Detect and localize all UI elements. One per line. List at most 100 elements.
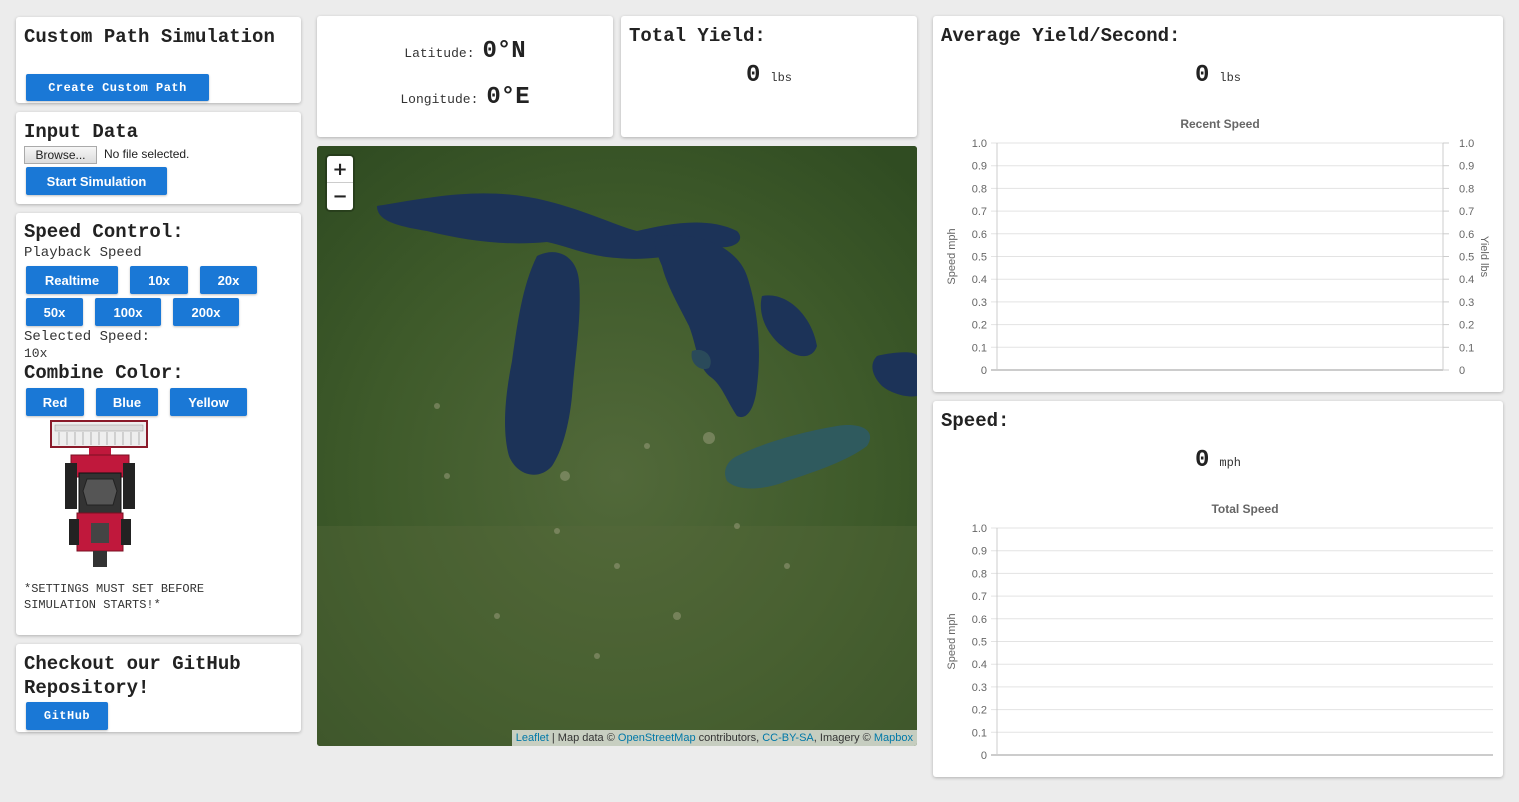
latitude-row: Latitude: 0°N — [317, 38, 613, 65]
zoom-in-button[interactable]: + — [327, 156, 353, 183]
speed-100x-button[interactable]: 100x — [95, 298, 161, 326]
combine-color-title: Combine Color: — [24, 362, 184, 384]
selected-speed-value: 10x — [24, 346, 48, 361]
zoom-control: + − — [327, 156, 353, 210]
speed-card: Speed: 0 mph Total Speed 1.0 0.9 0.8 0.7 0.6 0… — [933, 401, 1503, 777]
custom-path-title: Custom Path Simulation — [24, 26, 275, 48]
y-tick-label: 0.8 — [972, 183, 987, 195]
custom-path-card: Custom Path Simulation Create Custom Pat… — [16, 17, 301, 103]
longitude-value: 0°E — [486, 84, 530, 111]
y2-tick-label: 0.5 — [1459, 252, 1474, 264]
y-tick-label: 1.0 — [972, 523, 987, 535]
y-tick-label: 0.5 — [972, 252, 987, 264]
y2-tick-label: 0.3 — [1459, 297, 1474, 309]
start-simulation-button[interactable]: Start Simulation — [26, 167, 167, 195]
y2-tick-label: 0.6 — [1459, 229, 1474, 241]
y-axis-label: Speed mph — [946, 613, 958, 669]
avg-yield-readout: 0 lbs — [933, 62, 1503, 89]
y-tick-label: 0.4 — [972, 659, 987, 671]
y2-tick-label: 0.1 — [1459, 342, 1474, 354]
y-tick-label: 0.1 — [972, 727, 987, 739]
y-tick-label: 0 — [981, 365, 987, 377]
y-tick-label: 0.6 — [972, 229, 987, 241]
browse-button[interactable]: Browse... — [24, 146, 97, 164]
speed-200x-button[interactable]: 200x — [173, 298, 239, 326]
github-button[interactable]: GitHub — [26, 702, 108, 730]
coordinates-card: Latitude: 0°N Longitude: 0°E — [317, 16, 613, 137]
playback-speed-label: Playback Speed — [24, 245, 142, 261]
y-tick-label: 0 — [981, 750, 987, 762]
speed-control-title: Speed Control: — [24, 221, 184, 243]
y2-tick-label: 0.9 — [1459, 161, 1474, 173]
total-yield-title: Total Yield: — [629, 25, 766, 47]
latitude-label: Latitude: — [404, 46, 475, 61]
speed-title: Speed: — [941, 410, 1010, 432]
y-tick-label: 0.8 — [972, 568, 987, 580]
avg-yield-title: Average Yield/Second: — [941, 25, 1181, 47]
speed-control-card: Speed Control: Playback Speed Realtime 1… — [16, 213, 301, 635]
github-title-line1: Checkout our GitHub — [24, 653, 241, 675]
map-attribution: Leaflet | Map data © OpenStreetMap contr… — [511, 730, 917, 746]
zoom-out-button[interactable]: − — [327, 183, 353, 210]
license-link[interactable]: CC-BY-SA — [762, 732, 814, 744]
y2-tick-label: 0.2 — [1459, 320, 1474, 332]
longitude-label: Longitude: — [400, 92, 479, 107]
settings-warning-line2: SIMULATION STARTS!* — [24, 598, 161, 612]
y-tick-label: 0.7 — [972, 206, 987, 218]
input-data-title: Input Data — [24, 121, 139, 143]
y2-tick-label: 0 — [1459, 365, 1465, 377]
selected-speed-label: Selected Speed: — [24, 329, 151, 345]
map-imagery — [317, 146, 917, 746]
y2-tick-label: 0.7 — [1459, 206, 1474, 218]
attribution-mapdata: | Map data © — [551, 732, 615, 744]
speed-10x-button[interactable]: 10x — [130, 266, 188, 294]
speed-readout: 0 mph — [933, 447, 1503, 474]
input-data-card: Input Data Browse... No file selected. S… — [16, 112, 301, 204]
y-axis-label: Speed mph — [946, 228, 958, 284]
y-tick-label: 0.7 — [972, 591, 987, 603]
y-tick-label: 0.5 — [972, 637, 987, 649]
chart-title: Total Speed — [1211, 502, 1278, 516]
color-blue-button[interactable]: Blue — [96, 388, 158, 416]
color-yellow-button[interactable]: Yellow — [170, 388, 247, 416]
speed-20x-button[interactable]: 20x — [200, 266, 257, 294]
total-yield-unit: lbs — [770, 71, 792, 85]
speed-realtime-button[interactable]: Realtime — [26, 266, 118, 294]
avg-yield-value: 0 — [1194, 62, 1210, 89]
leaflet-link[interactable]: Leaflet — [516, 732, 549, 744]
y2-tick-label: 1.0 — [1459, 138, 1474, 150]
y-tick-label: 0.2 — [972, 705, 987, 717]
y2-tick-label: 0.4 — [1459, 274, 1474, 286]
satellite-map[interactable]: + − Leaflet | Map data © OpenStreetMap c… — [317, 146, 917, 746]
github-card: Checkout our GitHub Repository! GitHub — [16, 644, 301, 732]
total-speed-chart: Total Speed 1.0 0.9 0.8 0.7 0.6 0.5 0.4 0.3 0.2 0.… — [946, 502, 1493, 762]
total-yield-readout: 0 lbs — [621, 62, 917, 89]
mapbox-link[interactable]: Mapbox — [874, 732, 913, 744]
y-tick-label: 0.2 — [972, 320, 987, 332]
total-yield-card: Total Yield: 0 lbs — [621, 16, 917, 137]
y-tick-label: 1.0 — [972, 138, 987, 150]
speed-50x-button[interactable]: 50x — [26, 298, 83, 326]
y-tick-label: 0.1 — [972, 342, 987, 354]
recent-speed-chart: Recent Speed 1.0 1.0 0.9 0.9 0.8 0.8 0.7 0.7 0.6 0… — [946, 117, 1490, 377]
create-custom-path-button[interactable]: Create Custom Path — [26, 74, 209, 101]
attribution-imagery: , Imagery © — [813, 732, 871, 744]
file-status: No file selected. — [104, 147, 190, 161]
avg-yield-card: Average Yield/Second: 0 lbs Recent Speed… — [933, 16, 1503, 392]
total-yield-value: 0 — [745, 62, 761, 89]
speed-unit: mph — [1219, 456, 1241, 470]
y-tick-label: 0.4 — [972, 274, 987, 286]
y2-axis-label: Yield lbs — [1478, 236, 1490, 278]
speed-value: 0 — [1194, 447, 1210, 474]
settings-warning-line1: *SETTINGS MUST SET BEFORE — [24, 582, 205, 596]
y-tick-label: 0.3 — [972, 682, 987, 694]
y-tick-label: 0.9 — [972, 161, 987, 173]
github-title-line2: Repository! — [24, 677, 150, 699]
chart-title: Recent Speed — [1180, 117, 1259, 131]
osm-link[interactable]: OpenStreetMap — [618, 732, 696, 744]
color-red-button[interactable]: Red — [26, 388, 84, 416]
combine-harvester-icon — [50, 420, 148, 567]
latitude-value: 0°N — [482, 38, 526, 65]
avg-yield-unit: lbs — [1219, 71, 1241, 85]
y-tick-label: 0.3 — [972, 297, 987, 309]
